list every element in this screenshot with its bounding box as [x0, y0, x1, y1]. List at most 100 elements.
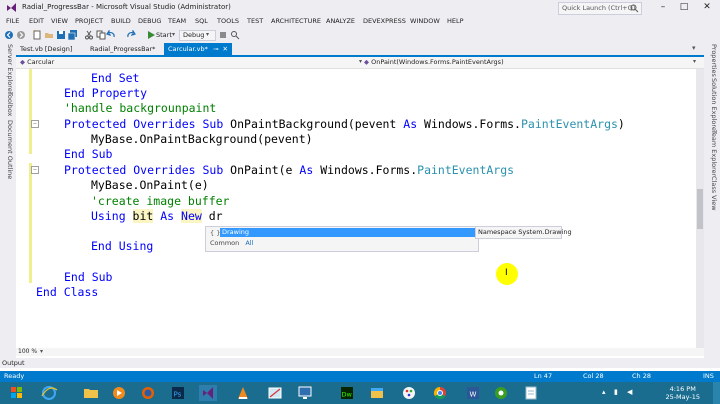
- code-token: As: [153, 209, 182, 223]
- tray-chevron-icon[interactable]: ▴: [602, 388, 606, 396]
- dreamweaver-icon[interactable]: Dw: [336, 384, 358, 402]
- output-tab[interactable]: Output: [2, 359, 25, 367]
- code-line: Protected Overrides Sub OnPaint(e As Win…: [64, 163, 514, 178]
- find-icon[interactable]: [230, 30, 240, 40]
- menu-analyze[interactable]: ANALYZE: [326, 17, 355, 25]
- chevron-down-icon[interactable]: ▾: [359, 58, 362, 65]
- start-dropdown-arrow[interactable]: ▾: [172, 31, 175, 38]
- menu-tools[interactable]: TOOLS: [217, 17, 239, 25]
- properties-tab[interactable]: Properties: [706, 44, 718, 77]
- photoshop-icon[interactable]: Ps: [167, 384, 189, 402]
- copy-icon[interactable]: [96, 30, 106, 40]
- start-button-label[interactable]: Start: [156, 31, 172, 39]
- tab-common[interactable]: Common: [210, 239, 239, 247]
- menu-sql[interactable]: SQL: [195, 17, 208, 25]
- class-dropdown[interactable]: ◆ Carcular: [20, 58, 358, 66]
- tab-radial-progressbar[interactable]: Radial_ProgressBar*: [86, 43, 159, 55]
- tab-test-design[interactable]: Test.vb [Design]: [16, 43, 76, 55]
- zoom-level[interactable]: 100 %: [18, 348, 37, 355]
- cut-icon[interactable]: [84, 30, 94, 40]
- code-line: Using bit As New dr: [91, 209, 223, 224]
- tab-overflow-icon[interactable]: ▾: [692, 44, 696, 52]
- menu-window[interactable]: WINDOW: [410, 17, 440, 25]
- forward-icon[interactable]: [16, 30, 26, 40]
- menu-architecture[interactable]: ARCHITECTURE: [271, 17, 321, 25]
- camtasia-icon[interactable]: [490, 384, 512, 402]
- code-line: End Sub: [64, 147, 112, 162]
- taskbar-clock[interactable]: 4:16 PM 25-May-15: [665, 385, 700, 401]
- vertical-scrollbar[interactable]: [696, 69, 704, 348]
- toolbox-tab[interactable]: Toolbox: [2, 92, 14, 116]
- save-all-icon[interactable]: [68, 30, 78, 40]
- chrome-icon[interactable]: [429, 384, 451, 402]
- toolbar-extra-icon[interactable]: [218, 30, 228, 40]
- left-tool-strip: Server Explorer Toolbox Document Outline: [0, 42, 16, 358]
- new-project-icon[interactable]: [32, 30, 42, 40]
- tab-carcular-vb[interactable]: Carcular.vb* ⊸ ✕: [164, 43, 232, 55]
- tab-close-icon[interactable]: ✕: [223, 45, 228, 53]
- collapse-toggle[interactable]: −: [31, 120, 39, 128]
- navigation-bar: ◆ Carcular ▾ ◆ OnPaint(Windows.Forms.Pai…: [16, 57, 704, 69]
- change-marker: [29, 163, 32, 283]
- menu-bar: FILE EDIT VIEW PROJECT BUILD DEBUG TEAM …: [0, 16, 720, 28]
- file-explorer-icon[interactable]: [80, 384, 102, 402]
- network-icon[interactable]: ▮: [614, 388, 618, 396]
- media-player-icon[interactable]: [108, 384, 130, 402]
- windows-start-icon[interactable]: [6, 384, 28, 402]
- close-button[interactable]: ✕: [698, 1, 716, 14]
- menu-build[interactable]: BUILD: [111, 17, 131, 25]
- code-token: End Sub: [64, 147, 113, 161]
- back-icon[interactable]: [4, 30, 14, 40]
- collapse-toggle[interactable]: −: [31, 166, 39, 174]
- menu-view[interactable]: VIEW: [51, 17, 68, 25]
- config-dropdown-arrow[interactable]: ▾: [206, 31, 209, 38]
- intellisense-popup[interactable]: { } Drawing Common All: [205, 226, 479, 252]
- code-token: End Set: [91, 71, 140, 85]
- editor-gutter: [16, 69, 30, 348]
- tab-pin-icon[interactable]: ⊸: [213, 45, 218, 53]
- visual-studio-taskbar-icon[interactable]: [197, 384, 219, 402]
- redo-icon[interactable]: [126, 30, 136, 40]
- open-folder-icon[interactable]: [44, 30, 54, 40]
- internet-explorer-icon[interactable]: [38, 384, 60, 402]
- snipping-tool-icon[interactable]: [264, 384, 286, 402]
- tab-all[interactable]: All: [245, 239, 253, 247]
- class-view-tab[interactable]: Class View: [706, 176, 718, 211]
- chevron-down-icon[interactable]: ▾: [40, 348, 43, 355]
- maximize-button[interactable]: □: [675, 1, 693, 14]
- menu-test[interactable]: TEST: [247, 17, 263, 25]
- completion-item-selected[interactable]: [220, 228, 476, 237]
- scrollbar-thumb[interactable]: [697, 189, 703, 229]
- vlc-icon[interactable]: [232, 384, 254, 402]
- server-explorer-tab[interactable]: Server Explorer: [2, 44, 14, 94]
- undo-icon[interactable]: [106, 30, 116, 40]
- minimize-button[interactable]: –: [654, 1, 672, 14]
- paint-icon[interactable]: [398, 384, 420, 402]
- quick-launch-input[interactable]: Quick Launch (Ctrl+Q): [558, 2, 642, 15]
- code-token: OnPaint(e: [230, 163, 300, 177]
- volume-icon[interactable]: ◀: [627, 388, 632, 396]
- status-bar: Ready Ln 47 Col 28 Ch 28 INS: [0, 371, 720, 382]
- start-debug-icon[interactable]: [146, 30, 156, 40]
- menu-debug[interactable]: DEBUG: [138, 17, 161, 25]
- save-icon[interactable]: [56, 30, 66, 40]
- menu-devexpress[interactable]: DEVEXPRESS: [363, 17, 406, 25]
- menu-help[interactable]: HELP: [447, 17, 464, 25]
- menu-edit[interactable]: EDIT: [29, 17, 44, 25]
- configuration-select[interactable]: Debug: [179, 30, 216, 41]
- rdp-icon[interactable]: [294, 384, 316, 402]
- show-desktop-button[interactable]: [713, 382, 720, 404]
- document-outline-tab[interactable]: Document Outline: [2, 120, 14, 179]
- firefox-icon[interactable]: [137, 384, 159, 402]
- chevron-down-icon[interactable]: ▾: [693, 58, 696, 65]
- notepad-icon[interactable]: [520, 384, 542, 402]
- menu-project[interactable]: PROJECT: [75, 17, 103, 25]
- team-explorer-tab[interactable]: Team Explorer: [706, 130, 718, 176]
- word-icon[interactable]: W: [462, 384, 484, 402]
- menu-team[interactable]: TEAM: [168, 17, 186, 25]
- member-dropdown[interactable]: ◆ OnPaint(Windows.Forms.PaintEventArgs): [364, 58, 684, 66]
- menu-file[interactable]: FILE: [6, 17, 19, 25]
- solution-explorer-tab[interactable]: Solution Explorer: [706, 78, 718, 134]
- code-line: 'handle backgrounpaint: [64, 101, 216, 116]
- windows-explorer-icon[interactable]: [366, 384, 388, 402]
